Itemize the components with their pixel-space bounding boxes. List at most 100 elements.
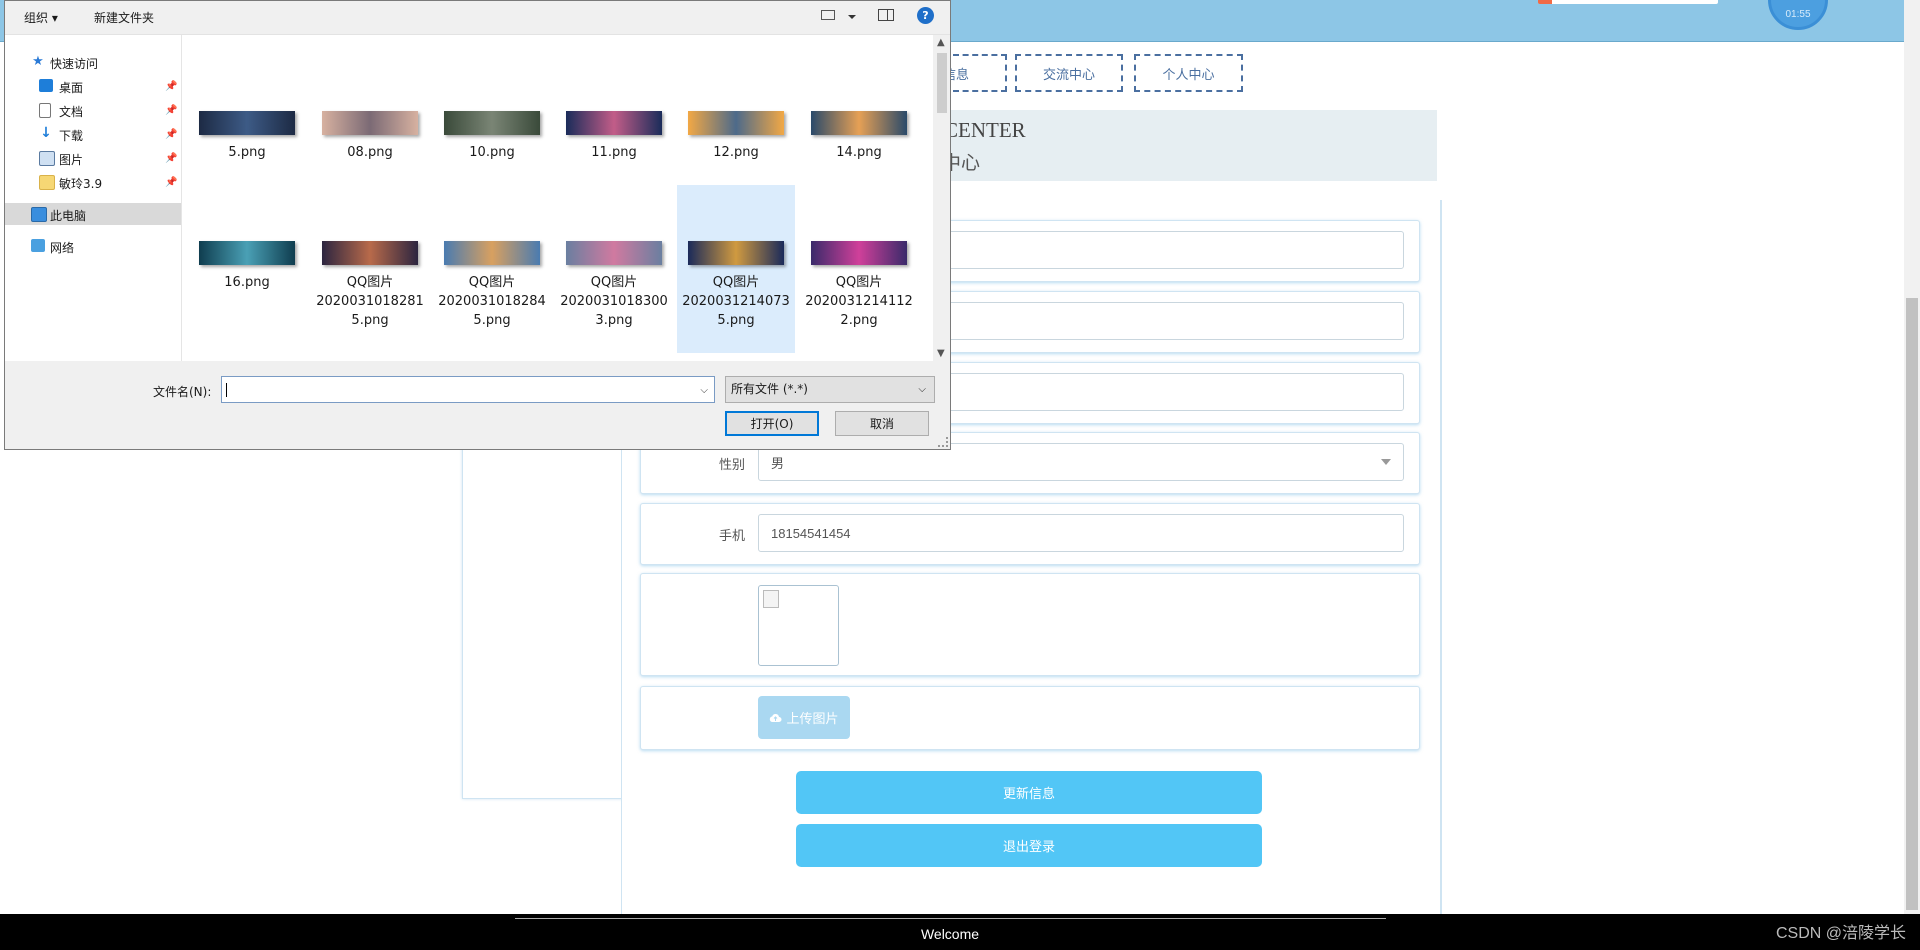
navigation-pane: ★ 快速访问 桌面 📌 文档 📌 ↓ 下载 📌 图片 📌 敏玲3.9 📌 此电脑… (5, 35, 182, 361)
nav-label: 快速访问 (50, 57, 99, 71)
computer-icon (31, 207, 47, 222)
text-caret (226, 383, 227, 397)
image-thumbnail (322, 241, 418, 265)
star-icon: ★ (32, 54, 44, 69)
phone-row: 手机 18154541454 (640, 503, 1420, 565)
page-scrollbar[interactable] (1904, 0, 1920, 914)
file-item[interactable]: 11.png (555, 111, 673, 162)
nav-this-pc[interactable]: 此电脑 (5, 203, 181, 225)
file-item[interactable]: 16.png (188, 241, 306, 292)
file-item[interactable]: 12.png (677, 111, 795, 162)
chevron-down-icon (1381, 459, 1391, 465)
image-thumbnail (444, 111, 540, 135)
file-name: QQ图片 2020031018281 5.png (316, 275, 424, 328)
cancel-button[interactable]: 取消 (835, 411, 929, 436)
pin-icon: 📌 (165, 129, 178, 140)
pictures-icon (39, 151, 55, 166)
nav-network[interactable]: 网络 (5, 235, 181, 257)
file-name: 08.png (347, 145, 393, 160)
avatar-row (640, 573, 1420, 676)
nav-personal-center[interactable]: 个人中心 (1134, 54, 1243, 92)
nav-label: 敏玲3.9 (59, 177, 103, 191)
file-item[interactable]: 10.png (433, 111, 551, 162)
view-mode-icon[interactable] (821, 10, 835, 20)
file-name: 5.png (228, 145, 266, 160)
dialog-toolbar: 组织 ▾ 新建文件夹 ? (5, 1, 950, 35)
phone-label: 手机 (718, 528, 745, 543)
center-banner: CENTER 中心 (930, 110, 1437, 181)
help-icon[interactable]: ? (917, 7, 934, 24)
page-scrollbar-thumb[interactable] (1906, 298, 1918, 910)
cloud-upload-icon (770, 713, 782, 722)
nav-desktop[interactable]: 桌面 📌 (5, 75, 181, 97)
file-name: 10.png (469, 145, 515, 160)
file-item[interactable]: 08.png (311, 111, 429, 162)
file-item[interactable]: 5.png (188, 111, 306, 162)
file-name: QQ图片 2020031214112 2.png (805, 275, 913, 328)
pin-icon: 📌 (165, 81, 178, 92)
scroll-down-icon[interactable]: ▼ (937, 348, 945, 359)
file-item[interactable]: QQ图片 2020031214073 5.png (677, 185, 795, 353)
chevron-down-icon[interactable] (848, 15, 856, 19)
file-name: QQ图片 2020031214073 5.png (682, 275, 790, 328)
open-button[interactable]: 打开(O) (725, 411, 819, 436)
new-folder-button[interactable]: 新建文件夹 (94, 9, 154, 26)
pin-icon: 📌 (165, 153, 178, 164)
preview-pane-icon[interactable] (878, 9, 894, 21)
file-type-select[interactable]: 所有文件 (*.*) ⌵ (725, 376, 935, 403)
clock-badge: 01:55 (1768, 0, 1828, 30)
phone-value: 18154541454 (771, 525, 851, 541)
image-thumbnail (811, 241, 907, 265)
scroll-up-icon[interactable]: ▲ (937, 37, 945, 48)
gender-label: 性别 (718, 457, 745, 472)
image-thumbnail (199, 111, 295, 135)
image-thumbnail (688, 111, 784, 135)
filename-input[interactable]: ⌵ (221, 376, 715, 403)
nav-folder-minling[interactable]: 敏玲3.9 📌 (5, 171, 181, 193)
nav-label: 文档 (59, 105, 84, 119)
nav-label: 桌面 (59, 81, 84, 95)
file-item[interactable]: QQ图片 2020031018281 5.png (311, 241, 429, 330)
network-icon (31, 239, 45, 252)
dialog-scrollbar[interactable]: ▲ ▼ (934, 35, 950, 361)
pin-icon: 📌 (165, 177, 178, 188)
upload-label: 上传图片 (786, 711, 839, 726)
image-thumbnail (444, 241, 540, 265)
image-thumbnail (566, 241, 662, 265)
file-item[interactable]: QQ图片 2020031214112 2.png (800, 241, 918, 330)
file-name: QQ图片 2020031018284 5.png (438, 275, 546, 328)
file-name: QQ图片 2020031018300 3.png (560, 275, 668, 328)
update-info-button[interactable]: 更新信息 (796, 771, 1262, 814)
chevron-down-icon[interactable]: ⌵ (700, 385, 708, 396)
desktop-icon (39, 79, 53, 92)
nav-community[interactable]: 交流中心 (1015, 54, 1123, 92)
file-item[interactable]: 14.png (800, 111, 918, 162)
phone-input[interactable]: 18154541454 (758, 514, 1404, 552)
nav-downloads[interactable]: ↓ 下载 📌 (5, 123, 181, 145)
logout-button[interactable]: 退出登录 (796, 824, 1262, 867)
image-thumbnail (199, 241, 295, 265)
avatar (758, 585, 839, 666)
nav-label: 此电脑 (50, 209, 87, 223)
file-list: 5.png 08.png 10.png 11.png 12.png 14.png 16.pn… (182, 35, 933, 361)
upload-image-button[interactable]: 上传图片 (758, 696, 850, 739)
nav-label: 下载 (59, 129, 84, 143)
file-item[interactable]: QQ图片 2020031018300 3.png (555, 241, 673, 330)
dialog-scrollbar-thumb[interactable] (937, 53, 947, 113)
file-item[interactable]: QQ图片 2020031018284 5.png (433, 241, 551, 330)
resize-grip-icon[interactable] (938, 437, 948, 447)
nav-pictures[interactable]: 图片 📌 (5, 147, 181, 169)
gender-value: 男 (771, 455, 785, 471)
image-thumbnail (811, 111, 907, 135)
image-thumbnail (322, 111, 418, 135)
folder-icon (39, 175, 55, 190)
filename-label: 文件名(N): (153, 385, 212, 399)
organize-menu[interactable]: 组织 ▾ (24, 9, 58, 26)
nav-documents[interactable]: 文档 📌 (5, 99, 181, 121)
banner-title-en: CENTER (944, 118, 1026, 142)
site-logo (1538, 0, 1718, 4)
file-name: 11.png (591, 145, 637, 160)
nav-quick-access[interactable]: ★ 快速访问 (5, 51, 181, 73)
pin-icon: 📌 (165, 105, 178, 116)
file-open-dialog: 组织 ▾ 新建文件夹 ? ★ 快速访问 桌面 📌 文档 📌 ↓ 下载 📌 图片 (4, 0, 951, 450)
